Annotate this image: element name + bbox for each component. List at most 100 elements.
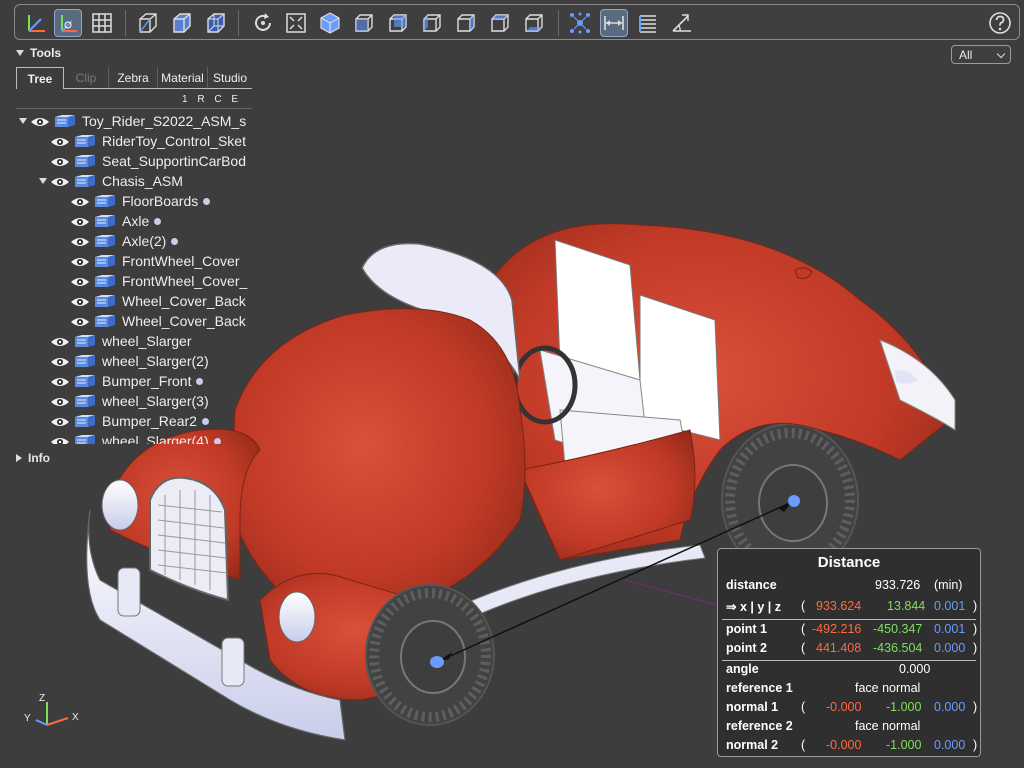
top-view-icon[interactable] bbox=[486, 9, 514, 37]
visibility-eye-icon[interactable] bbox=[70, 295, 90, 307]
tab-zebra[interactable]: Zebra bbox=[109, 67, 158, 89]
tree-row[interactable]: FloorBoards bbox=[56, 191, 211, 211]
back-view-icon[interactable] bbox=[384, 9, 412, 37]
axes-icon[interactable] bbox=[22, 9, 50, 37]
part-icon bbox=[74, 134, 96, 148]
tab-studio[interactable]: Studio bbox=[208, 67, 252, 89]
visibility-filter-dropdown[interactable]: All bbox=[951, 45, 1011, 64]
iso-view-icon[interactable] bbox=[316, 9, 344, 37]
visibility-eye-icon[interactable] bbox=[70, 195, 90, 207]
part-icon bbox=[74, 174, 96, 188]
tree-item-label: Seat_SupportinCarBod bbox=[102, 153, 246, 169]
part-icon bbox=[94, 214, 116, 228]
tree-item-label: Toy_Rider_S2022_ASM_s bbox=[82, 113, 247, 129]
visibility-eye-icon[interactable] bbox=[50, 335, 70, 347]
modified-dot-icon bbox=[154, 217, 162, 225]
tree-item-label: FrontWheel_Cover bbox=[122, 253, 240, 269]
visibility-eye-icon[interactable] bbox=[50, 355, 70, 367]
bottom-view-icon[interactable] bbox=[520, 9, 548, 37]
visibility-eye-icon[interactable] bbox=[70, 255, 90, 267]
tree-row[interactable]: Wheel_Cover_Back bbox=[56, 311, 246, 331]
distance-value: 933.726 bbox=[875, 578, 921, 592]
measure-icon[interactable] bbox=[600, 9, 628, 37]
distance-panel-title: Distance bbox=[817, 554, 881, 571]
tree-row[interactable]: wheel_Slarger(3) bbox=[36, 391, 209, 411]
collapse-triangle-icon bbox=[16, 50, 24, 56]
list-icon[interactable] bbox=[634, 9, 662, 37]
origin-axes-icon[interactable] bbox=[54, 9, 82, 37]
visibility-eye-icon[interactable] bbox=[70, 215, 90, 227]
visibility-eye-icon[interactable] bbox=[50, 175, 70, 187]
rotate-icon[interactable] bbox=[249, 9, 277, 37]
part-icon bbox=[94, 234, 116, 248]
y-axis-label: Y bbox=[24, 713, 31, 724]
front-view-icon[interactable] bbox=[350, 9, 378, 37]
reference-2-row: reference 2 face normal bbox=[726, 719, 921, 733]
modified-dot-icon bbox=[213, 437, 221, 444]
tree-row[interactable]: Bumper_Front bbox=[36, 371, 204, 391]
x-axis-label: X bbox=[72, 712, 79, 723]
visibility-eye-icon[interactable] bbox=[50, 375, 70, 387]
tree-row[interactable]: Axle(2) bbox=[56, 231, 179, 251]
axis-triad: Z Y X bbox=[24, 693, 79, 726]
tree-item-label: wheel_Slarger(4) bbox=[102, 433, 209, 444]
angle-icon[interactable] bbox=[668, 9, 696, 37]
visibility-eye-icon[interactable] bbox=[50, 415, 70, 427]
left-view-icon[interactable] bbox=[418, 9, 446, 37]
visibility-eye-icon[interactable] bbox=[30, 115, 50, 127]
tools-section-header[interactable]: Tools bbox=[16, 46, 61, 60]
visibility-eye-icon[interactable] bbox=[70, 315, 90, 327]
box-wire-icon[interactable] bbox=[202, 9, 230, 37]
angle-row: angle 0.000 bbox=[726, 662, 931, 676]
tree-item-label: wheel_Slarger(3) bbox=[102, 393, 209, 409]
help-icon[interactable] bbox=[986, 9, 1014, 37]
tree-row[interactable]: wheel_Slarger bbox=[36, 331, 192, 351]
expand-triangle-icon bbox=[16, 454, 22, 462]
collapse-triangle-icon[interactable] bbox=[16, 118, 30, 124]
tree-row[interactable]: FrontWheel_Cover bbox=[56, 251, 240, 271]
tree-row[interactable]: wheel_Slarger(2) bbox=[36, 351, 209, 371]
assembly-tree[interactable]: Toy_Rider_S2022_ASM_s RiderToy_Control_Sk… bbox=[14, 111, 254, 444]
grid-icon[interactable] bbox=[88, 9, 116, 37]
tree-row[interactable]: Bumper_Rear2 bbox=[36, 411, 209, 431]
collapse-triangle-icon[interactable] bbox=[36, 178, 50, 184]
tree-row[interactable]: RiderToy_Control_Sket bbox=[36, 131, 246, 151]
fit-view-icon[interactable] bbox=[282, 9, 310, 37]
tree-item-label: Wheel_Cover_Back bbox=[122, 293, 246, 309]
chevron-down-icon bbox=[996, 49, 1006, 59]
part-icon bbox=[74, 414, 96, 428]
info-title: Info bbox=[28, 451, 50, 465]
tree-row[interactable]: Seat_SupportinCarBod bbox=[36, 151, 246, 171]
info-section-header[interactable]: Info bbox=[16, 451, 50, 465]
visibility-eye-icon[interactable] bbox=[50, 155, 70, 167]
tree-row[interactable]: Chasis_ASM bbox=[36, 171, 183, 191]
tree-row[interactable]: wheel_Slarger(4) bbox=[36, 431, 221, 444]
modified-dot-icon bbox=[171, 237, 179, 245]
visibility-eye-icon[interactable] bbox=[50, 435, 70, 444]
box-outline-icon[interactable] bbox=[134, 9, 162, 37]
part-icon bbox=[94, 314, 116, 328]
part-icon bbox=[54, 114, 76, 128]
tree-item-label: Chasis_ASM bbox=[102, 173, 183, 189]
visibility-eye-icon[interactable] bbox=[70, 275, 90, 287]
visibility-eye-icon[interactable] bbox=[70, 235, 90, 247]
tree-item-label: RiderToy_Control_Sket bbox=[102, 133, 246, 149]
tree-row[interactable]: FrontWheel_Cover_ bbox=[56, 271, 247, 291]
visibility-eye-icon[interactable] bbox=[50, 395, 70, 407]
tree-column-header: 1 R C E bbox=[182, 94, 241, 105]
tree-row[interactable]: Toy_Rider_S2022_ASM_s bbox=[16, 111, 246, 131]
tree-item-label: Bumper_Rear2 bbox=[102, 413, 197, 429]
box-solid-icon[interactable] bbox=[168, 9, 196, 37]
right-view-icon[interactable] bbox=[452, 9, 480, 37]
tab-tree[interactable]: Tree bbox=[16, 67, 64, 89]
part-icon bbox=[74, 374, 96, 388]
tab-material[interactable]: Material bbox=[158, 67, 208, 89]
visibility-eye-icon[interactable] bbox=[50, 135, 70, 147]
tree-row[interactable]: Wheel_Cover_Back bbox=[56, 291, 246, 311]
explode-icon[interactable] bbox=[566, 9, 594, 37]
tree-item-label: FloorBoards bbox=[122, 193, 199, 209]
tree-row[interactable]: Axle bbox=[56, 211, 162, 231]
modified-dot-icon bbox=[196, 377, 204, 385]
toolbar bbox=[14, 4, 1020, 40]
normal-1-row: normal 1 ( -0.000 -1.000 0.000 ) bbox=[726, 700, 978, 714]
